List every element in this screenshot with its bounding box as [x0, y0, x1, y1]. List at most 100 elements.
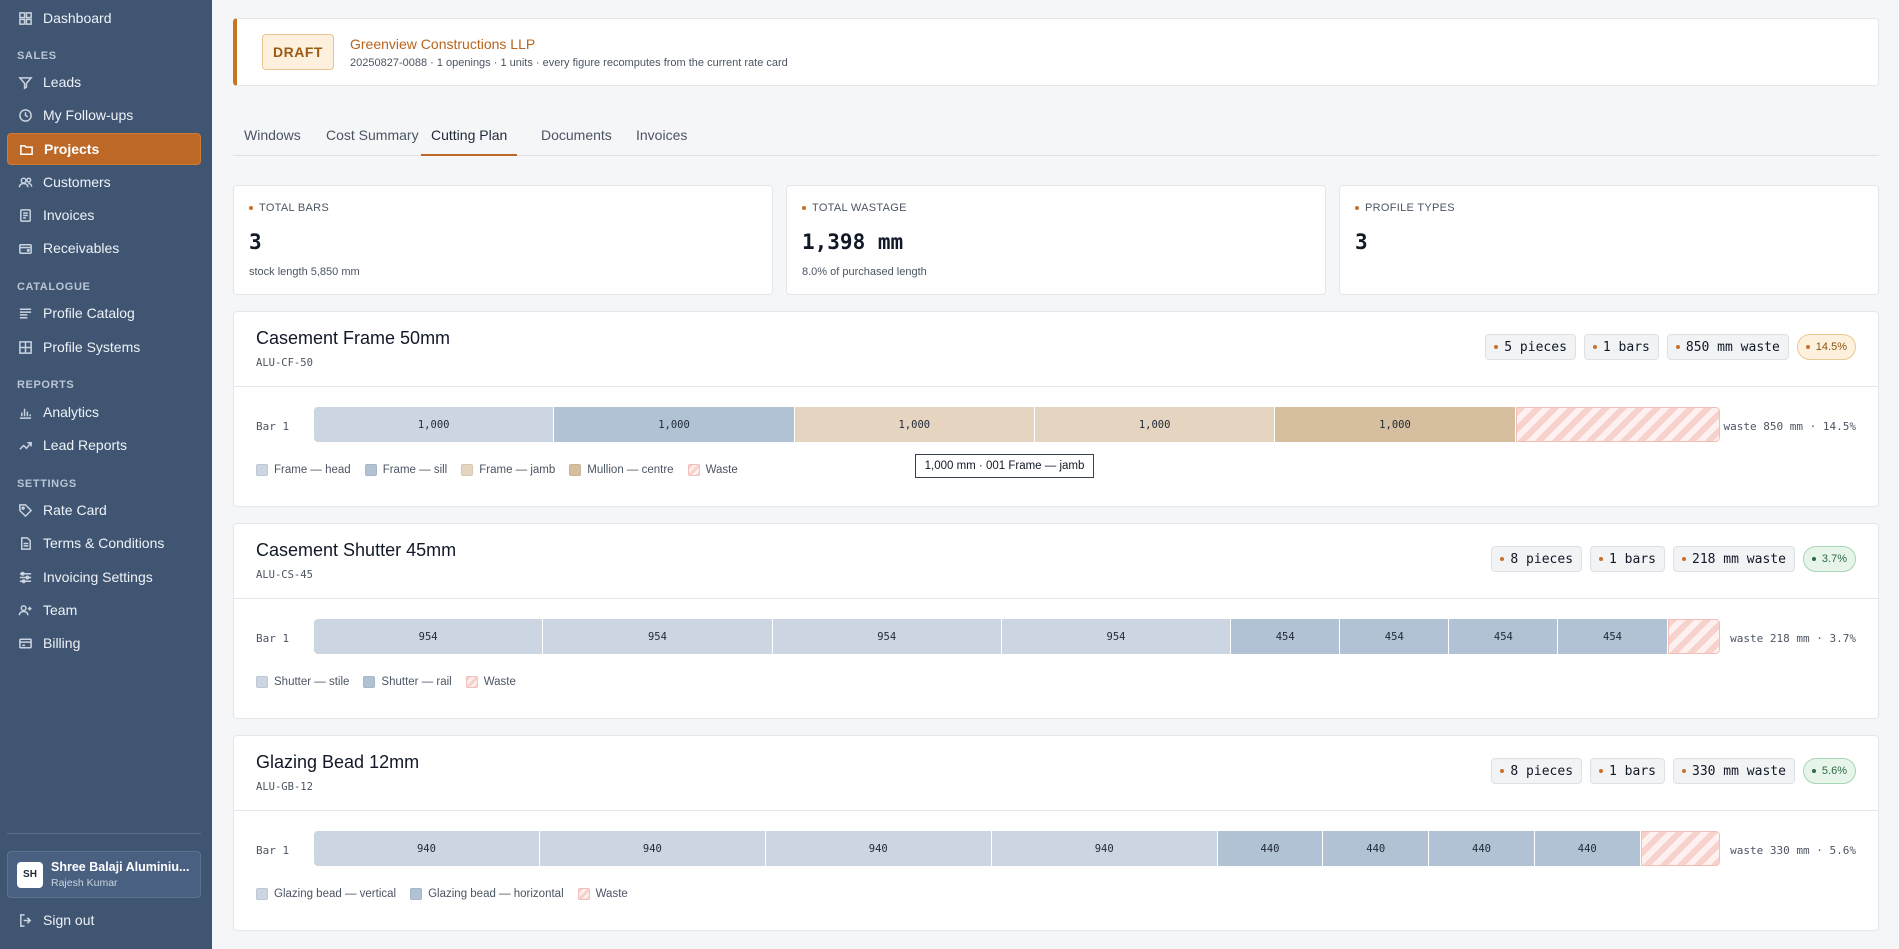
- card-divider: [234, 598, 1878, 599]
- profile-card: Glazing Bead 12mm ALU-GB-12 8 pieces 1 bars…: [233, 735, 1879, 931]
- folder-icon: [18, 141, 34, 157]
- tab-documents[interactable]: Documents: [541, 127, 612, 156]
- legend-label: Waste: [705, 464, 738, 476]
- sidebar-item-label: Receivables: [43, 240, 120, 256]
- cut-segment[interactable]: 454: [1340, 619, 1450, 654]
- sidebar-item-invoicing-settings[interactable]: Invoicing Settings: [7, 561, 201, 593]
- waste-summary: waste 850 mm · 14.5%: [1723, 420, 1856, 433]
- stat-total-bars: TOTAL BARS 3 stock length 5,850 mm: [233, 185, 773, 295]
- waste-pct-badge: 14.5%: [1796, 334, 1856, 360]
- legend-label: Frame — head: [274, 464, 351, 476]
- org-switcher[interactable]: SH Shree Balaji Aluminiu... Rajesh Kumar: [7, 851, 201, 898]
- cut-segment[interactable]: 940: [991, 831, 1218, 866]
- tab-bar: Windows Cost Summary Cutting Plan Docume…: [233, 122, 1879, 156]
- sidebar-item-label: Profile Systems: [43, 339, 141, 355]
- cut-segment[interactable]: 440: [1323, 831, 1430, 866]
- cut-segment[interactable]: 454: [1558, 619, 1668, 654]
- grid-icon: [17, 339, 33, 355]
- cut-segment[interactable]: 954: [772, 619, 1002, 654]
- cut-segment[interactable]: 1,000: [1034, 407, 1276, 442]
- cut-segment[interactable]: 954: [543, 619, 773, 654]
- funnel-icon: [17, 74, 33, 90]
- cut-segment[interactable]: 440: [1534, 831, 1641, 866]
- legend-swatch: [465, 676, 478, 688]
- tab-windows[interactable]: Windows: [244, 127, 301, 156]
- sidebar-item-profile-systems[interactable]: Profile Systems: [7, 331, 201, 363]
- sidebar-item-label: Leads: [43, 74, 82, 90]
- sign-out-icon: [17, 912, 33, 928]
- legend-item: Glazing bead — horizontal: [410, 888, 564, 900]
- bar-label: Bar 1: [256, 632, 290, 645]
- legend-item: Frame — head: [256, 464, 351, 476]
- cut-segment[interactable]: 1,000: [794, 407, 1035, 442]
- sidebar-item-leads[interactable]: Leads: [7, 66, 201, 98]
- waste-segment[interactable]: [1515, 407, 1720, 442]
- sidebar-item-terms[interactable]: Terms & Conditions: [7, 527, 201, 559]
- cut-bar: 940 940 940 940 440 440 440 440: [314, 831, 1720, 866]
- legend-item: Frame — jamb: [461, 464, 555, 476]
- cut-legend: Shutter — stile Shutter — rail Waste: [256, 676, 516, 688]
- sidebar-item-dashboard[interactable]: Dashboard: [7, 2, 201, 34]
- stat-label: PROFILE TYPES: [1355, 202, 1455, 214]
- sidebar-item-projects[interactable]: Projects: [7, 133, 201, 165]
- bar-label: Bar 1: [256, 844, 290, 857]
- sidebar-item-billing[interactable]: Billing: [7, 627, 201, 659]
- cut-legend: Frame — head Frame — sill Frame — jamb Mull…: [256, 464, 738, 476]
- cut-segment[interactable]: 1,000: [1275, 407, 1516, 442]
- waste-segment[interactable]: [1640, 831, 1720, 866]
- sign-out-button[interactable]: Sign out: [7, 904, 201, 936]
- profile-title: Casement Frame 50mm: [256, 328, 451, 348]
- cut-segment[interactable]: 440: [1429, 831, 1535, 866]
- sign-out-label: Sign out: [43, 912, 95, 928]
- sidebar-item-label: Customers: [43, 174, 111, 190]
- sidebar-item-label: My Follow-ups: [43, 107, 134, 123]
- cut-segment[interactable]: 1,000: [554, 407, 795, 442]
- legend-swatch: [364, 464, 377, 476]
- cut-segment[interactable]: 454: [1449, 619, 1559, 654]
- legend-label: Frame — sill: [382, 464, 448, 476]
- waste-segment[interactable]: [1667, 619, 1720, 654]
- sidebar-item-lead-reports[interactable]: Lead Reports: [7, 429, 201, 461]
- legend-item: Shutter — rail: [363, 676, 452, 688]
- client-name[interactable]: Greenview Constructions LLP: [350, 36, 535, 52]
- card-divider: [234, 386, 1878, 387]
- sidebar-item-invoices[interactable]: Invoices: [7, 199, 201, 231]
- legend-item: Waste: [687, 464, 738, 476]
- cut-segment[interactable]: 954: [1001, 619, 1232, 654]
- list-icon: [17, 305, 33, 321]
- cut-segment[interactable]: 940: [314, 831, 540, 866]
- stat-value: 1,398 mm: [802, 230, 904, 254]
- tab-invoices[interactable]: Invoices: [636, 127, 687, 156]
- sidebar-item-team[interactable]: Team: [7, 594, 201, 626]
- sidebar-item-profile-catalog[interactable]: Profile Catalog: [7, 297, 201, 329]
- avatar: SH: [17, 861, 43, 888]
- users-icon: [17, 174, 33, 190]
- cut-segment[interactable]: 1,000: [314, 407, 555, 442]
- sidebar-item-rate-card[interactable]: Rate Card: [7, 494, 201, 526]
- sidebar-item-analytics[interactable]: Analytics: [7, 396, 201, 428]
- cut-segment[interactable]: 940: [765, 831, 992, 866]
- tab-cost-summary[interactable]: Cost Summary: [326, 127, 419, 156]
- project-meta: 20250827-0088 · 1 openings · 1 units · e…: [350, 57, 788, 69]
- legend-swatch: [256, 464, 268, 476]
- sidebar-item-receivables[interactable]: Receivables: [7, 232, 201, 264]
- cut-segment[interactable]: 440: [1217, 831, 1324, 866]
- bars-chip: 1 bars: [1590, 546, 1665, 572]
- cut-segment[interactable]: 454: [1231, 619, 1341, 654]
- trend-icon: [17, 437, 33, 453]
- sidebar-item-customers[interactable]: Customers: [7, 166, 201, 198]
- legend-item: Frame — sill: [364, 464, 448, 476]
- tab-cutting-plan[interactable]: Cutting Plan: [421, 127, 518, 156]
- cut-segment[interactable]: 954: [314, 619, 544, 654]
- cut-bar: 1,000 1,000 1,000 1,000 1,000: [314, 407, 1720, 442]
- pieces-chip: 8 pieces: [1491, 758, 1583, 784]
- cut-legend: Glazing bead — vertical Glazing bead — ho…: [256, 888, 628, 900]
- sidebar-item-follow-ups[interactable]: My Follow-ups: [7, 99, 201, 131]
- cut-segment[interactable]: 940: [539, 831, 766, 866]
- legend-swatch: [687, 464, 700, 476]
- sidebar-divider: [7, 833, 201, 834]
- stat-value: 3: [1355, 230, 1368, 254]
- sidebar-item-label: Dashboard: [43, 10, 112, 26]
- bars-chip: 1 bars: [1590, 758, 1665, 784]
- profile-chips: 8 pieces 1 bars 218 mm waste 3.7%: [1491, 546, 1856, 572]
